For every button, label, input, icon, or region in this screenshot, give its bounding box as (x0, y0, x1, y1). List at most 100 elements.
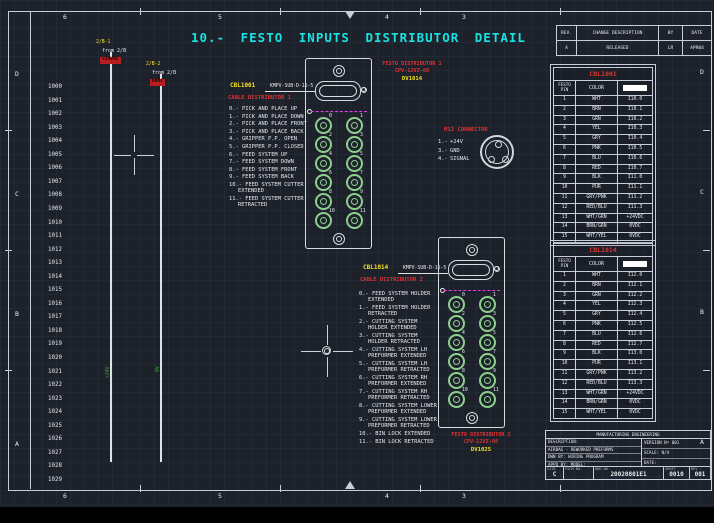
title-block: MANUFACTURING ENGINEERING DESCRIPTION: A… (545, 430, 711, 480)
sheet-inner-left-line (30, 11, 31, 489)
wire-number: 1005 (40, 152, 62, 158)
pin-cell-pin: 5 (554, 135, 576, 144)
signal-item: 9.- FEED SYSTEM BACK (229, 174, 313, 180)
pin-cell-color: GRY (576, 311, 618, 320)
dsub-face-icon (448, 260, 494, 280)
pin-table-row: 12RED/BLUI13.3 (554, 380, 652, 390)
socket-pin-number: 2 (462, 312, 465, 317)
pin-cell-color: WHT/YEL (576, 409, 618, 418)
pin-table-row: 13WHT/GRN+24VDC (554, 214, 652, 224)
zone-letter-left: A (15, 440, 19, 448)
pin-cell-color: BLU (576, 155, 618, 164)
pin-table-row: 8REDI10.7 (554, 165, 652, 175)
pin-cell-pin: 1 (554, 272, 576, 281)
bus-line-24v (110, 52, 112, 462)
socket-pin-11 (479, 391, 496, 408)
socket-pin-number: 0 (329, 114, 332, 119)
socket-pin-number: 4 (329, 152, 332, 157)
zone-number-top: 3 (462, 13, 466, 21)
wire-number: 1024 (40, 409, 62, 415)
rev-table-header-cell: CHANGE DESCRIPTION (577, 26, 659, 40)
frame-tick (140, 8, 141, 15)
pin-cell-pin: 12 (554, 204, 576, 213)
pin-table-inner: CBL1014FESTO PINCOLOR1WHTI12.02BRNI12.13… (553, 243, 653, 419)
frame-tick (280, 485, 281, 492)
title-block-header: MANUFACTURING ENGINEERING (546, 431, 710, 439)
pin-cell-pin: 9 (554, 174, 576, 183)
pin-cell-address: 0VDC (618, 409, 652, 418)
pin-table-row: 7BLUI12.6 (554, 331, 652, 341)
rev-value: 001 (691, 471, 709, 479)
crosshair-2 (333, 351, 353, 352)
wire-number: 1003 (40, 125, 62, 131)
pin-cell-pin: 10 (554, 184, 576, 193)
mounting-hole-icon (466, 244, 478, 256)
socket-pin-6 (315, 174, 332, 191)
pin-cell-pin: 3 (554, 292, 576, 301)
pin-cell-address: 0VDC (618, 399, 652, 408)
pin-cell-pin: 8 (554, 341, 576, 350)
mounting-hole-icon (333, 65, 345, 77)
m12-legend-title: M12 CONNECTOR (444, 127, 488, 133)
signal-item: 4.- GRIPPER P.P. OPEN (229, 136, 313, 142)
socket-pin-number: 6 (329, 171, 332, 176)
pin-cell-pin: 14 (554, 399, 576, 408)
signal-item: 10.- FEED SYSTEM CUTTER EXTENDED (229, 182, 313, 195)
pin-cell-address: I10.3 (618, 125, 652, 134)
pin-cell-color: GRY/PNK (576, 370, 618, 379)
pin-cell-pin: 13 (554, 390, 576, 399)
m12-pin-number: 4.- (438, 155, 450, 164)
pin-cell-color: YEL (576, 125, 618, 134)
socket-pin-3 (346, 136, 363, 153)
pin-table-row: 9BLKI11.0 (554, 174, 652, 184)
pin-cell-pin: 8 (554, 165, 576, 174)
socket-pin-number: 4 (462, 331, 465, 336)
pin-cell-pin: 15 (554, 409, 576, 418)
zone-number-top: 4 (385, 13, 389, 21)
pin-cell-color: WHT/GRN (576, 214, 618, 223)
pin-table-row: 9BLKI13.0 (554, 350, 652, 360)
title-block-description-label: DESCRIPTION: (546, 439, 641, 447)
bus-net-tag-2: 0VDC (150, 79, 165, 86)
pin-cell-address: +24VDC (618, 214, 652, 223)
pin-cell-address: I13.2 (618, 370, 652, 379)
signal-item: 5.- CUTTING SYSTEM LH PREFORMER RETRACTE… (359, 361, 443, 374)
rev-table-header-cell: REV. (557, 26, 577, 40)
device-tag-2-line2: CPV-12VZ-08 (441, 439, 521, 446)
socket-pin-9 (346, 193, 363, 210)
m12-pin-row: 4.-SIGNAL (438, 155, 469, 164)
pin-cell-color: WHT (576, 272, 618, 281)
revision-table: REV.CHANGE DESCRIPTIONBYDATEARELEASEDLRA… (556, 25, 712, 56)
pin-cell-pin: 6 (554, 321, 576, 330)
signal-item: 4.- CUTTING SYSTEM LH PREFORMER EXTENDED (359, 347, 443, 360)
cad-drawing-canvas[interactable]: 66554433DDCCBBAA 10.- FESTO INPUTS DISTR… (0, 0, 714, 523)
zone-number-top: 5 (218, 13, 222, 21)
pin-cell-pin: 11 (554, 370, 576, 379)
pin-table-row: 5GRYI12.4 (554, 311, 652, 321)
socket-pin-number: 5 (493, 331, 496, 336)
pin-cell-color: BRN/GRN (576, 399, 618, 408)
pin-cell-pin: 5 (554, 311, 576, 320)
signal-item: 0.- FEED SYSTEM HOLDER EXTENDED (359, 291, 443, 304)
bus-line-0v (160, 74, 162, 462)
rev-table-header-row: REV.CHANGE DESCRIPTIONBYDATE (557, 26, 711, 41)
crosshair-2 (327, 357, 328, 377)
socket-pin-1 (479, 296, 496, 313)
bottom-center-arrow-icon (345, 481, 355, 489)
cable-label-1: CBL1001 (230, 82, 255, 89)
wire-number: 1017 (40, 314, 62, 320)
socket-pin-1 (346, 117, 363, 134)
rev-table-cell: RELEASED (577, 41, 659, 55)
zone-number-bottom: 5 (218, 492, 222, 500)
pin-cell-pin: 13 (554, 214, 576, 223)
sub-d-connector-1: 01234567891011 (305, 58, 372, 249)
signal-list-2: 0.- FEED SYSTEM HOLDER EXTENDED1.- FEED … (359, 291, 443, 446)
pin-table-row: 6PNKI12.5 (554, 321, 652, 331)
m12-pin-number: 3.- (438, 147, 450, 156)
pin-cell-address: I11.0 (618, 174, 652, 183)
pin-cell-address: I13.0 (618, 350, 652, 359)
bus-ref-tag-2: 2/B-2 (146, 62, 160, 67)
pin-table-row: 8REDI12.7 (554, 341, 652, 351)
pin-table-col2-header: COLOR (576, 81, 618, 95)
signal-item: 1.- PICK AND PLACE DOWN (229, 114, 313, 120)
